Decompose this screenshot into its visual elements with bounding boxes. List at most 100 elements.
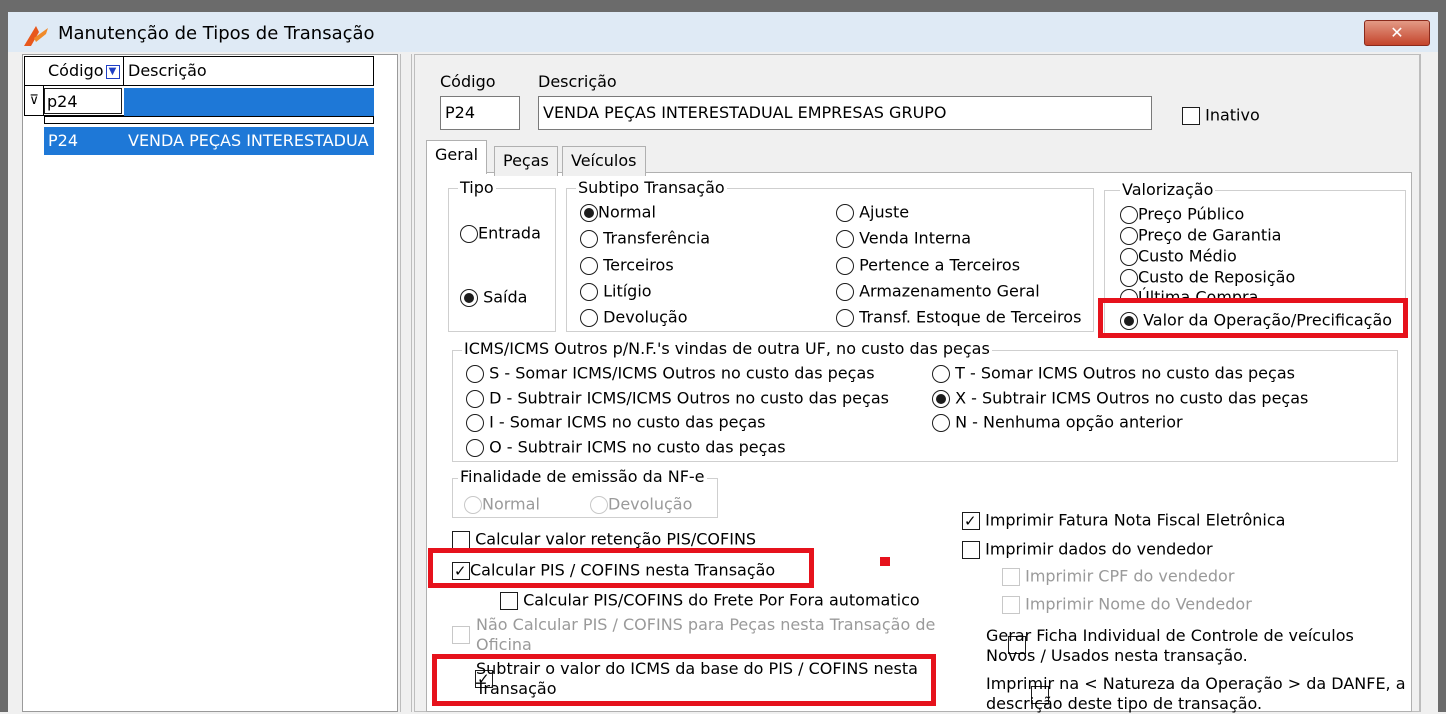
calc-frete-checkbox[interactable]: Calcular PIS/COFINS do Frete Por Fora au… [500, 589, 920, 612]
finalidade-option-label: Normal [482, 494, 540, 514]
tipo-saida-radio[interactable]: Saída [460, 286, 527, 309]
grid-header-desc[interactable]: Descrição [124, 57, 374, 85]
valorizacao-option-label: Custo de Reposição [1138, 267, 1296, 287]
vertical-scrollbar[interactable] [1420, 54, 1438, 712]
radio-icon[interactable] [580, 308, 598, 327]
inactive-checkbox-box[interactable] [1182, 106, 1200, 125]
table-row-code[interactable]: P24 [44, 127, 124, 155]
radio-icon[interactable] [932, 389, 950, 408]
icms-x-radio[interactable]: X - Subtrair ICMS Outros no custo das pe… [932, 387, 1308, 410]
checkbox-icon[interactable] [962, 540, 980, 559]
subtipo-armazenamento-radio[interactable]: Armazenamento Geral [836, 280, 1040, 303]
valorizacao-preco-garantia-radio[interactable]: Preço de Garantia [1120, 224, 1281, 247]
valorizacao-option-label: Preço de Garantia [1138, 225, 1282, 245]
imprimir-natureza-label: Imprimir na < Natureza da Operação > da … [986, 674, 1406, 713]
radio-icon[interactable] [836, 308, 854, 327]
highlight-box [1098, 298, 1408, 338]
subtipo-pertence-terceiros-radio[interactable]: Pertence a Terceiros [836, 254, 1020, 277]
icms-option-label: N - Nenhuma opção anterior [955, 412, 1183, 432]
icms-d-radio[interactable]: D - Subtrair ICMS/ICMS Outros no custo d… [466, 387, 889, 410]
valorizacao-preco-publico-radio[interactable]: Preço Público [1120, 203, 1244, 226]
radio-icon[interactable] [836, 256, 854, 275]
radio-icon[interactable] [836, 229, 854, 248]
tipo-entrada-label: Entrada [478, 223, 541, 243]
icms-n-radio[interactable]: N - Nenhuma opção anterior [932, 411, 1183, 434]
grid-header-code[interactable]: Código ▼ [44, 57, 124, 85]
red-marker [880, 557, 890, 566]
radio-icon[interactable] [1120, 247, 1138, 266]
checkbox-icon [1002, 567, 1020, 586]
close-button[interactable]: ✕ [1364, 20, 1430, 46]
icms-o-radio[interactable]: O - Subtrair ICMS no custo das peças [466, 436, 786, 459]
icms-i-radio[interactable]: I - Somar ICMS no custo das peças [466, 411, 765, 434]
finalidade-normal-radio: Normal [464, 493, 540, 516]
subtipo-terceiros-radio[interactable]: Terceiros [580, 254, 674, 277]
imprimir-nome-checkbox: Imprimir Nome do Vendedor [1002, 593, 1252, 616]
radio-icon[interactable] [836, 282, 854, 301]
subtipo-transferencia-radio[interactable]: Transferência [580, 227, 710, 250]
subtipo-normal-radio[interactable]: Normal [580, 201, 656, 224]
subtipo-venda-interna-radio[interactable]: Venda Interna [836, 227, 971, 250]
radio-icon[interactable] [836, 203, 854, 222]
checkbox-icon [1002, 595, 1020, 614]
tab-geral[interactable]: Geral [426, 140, 488, 174]
radio-icon[interactable] [932, 364, 950, 383]
icms-option-label: O - Subtrair ICMS no custo das peças [489, 437, 786, 457]
subtipo-option-label: Litígio [603, 281, 652, 301]
checkbox-icon[interactable] [452, 530, 470, 549]
highlight-box [428, 548, 814, 588]
radio-icon[interactable] [580, 229, 598, 248]
icms-legend: ICMS/ICMS Outros p/N.F.'s vindas de outr… [462, 339, 992, 358]
subtipo-option-label: Pertence a Terceiros [859, 255, 1021, 275]
subtipo-option-label: Normal [598, 202, 656, 222]
inactive-checkbox[interactable]: Inativo [1182, 104, 1260, 127]
valorizacao-custo-medio-radio[interactable]: Custo Médio [1120, 245, 1237, 268]
nao-calc-label: Não Calcular PIS / COFINS para Peças nes… [476, 615, 936, 654]
tab-pecas[interactable]: Peças [494, 146, 558, 176]
code-field[interactable]: P24 [440, 96, 520, 130]
radio-icon[interactable] [466, 389, 484, 408]
checkbox-icon[interactable] [500, 591, 518, 610]
finalidade-option-label: Devolução [608, 494, 693, 514]
tipo-legend: Tipo [458, 178, 496, 197]
checkbox-label: Imprimir Nome do Vendedor [1025, 594, 1252, 614]
radio-icon[interactable] [460, 224, 478, 243]
tab-veiculos[interactable]: Veículos [562, 146, 646, 176]
filter-desc-cell[interactable] [124, 88, 374, 116]
radio-icon[interactable] [1120, 268, 1138, 287]
radio-icon[interactable] [466, 438, 484, 457]
finalidade-devolucao-radio: Devolução [590, 493, 692, 516]
radio-icon [464, 495, 482, 514]
radio-icon[interactable] [466, 413, 484, 432]
subtipo-option-label: Devolução [603, 307, 688, 327]
filter-code-input[interactable] [44, 88, 122, 114]
radio-icon[interactable] [1120, 205, 1138, 224]
subtipo-litigio-radio[interactable]: Litígio [580, 280, 652, 303]
subtipo-devolucao-radio[interactable]: Devolução [580, 306, 688, 329]
icms-s-radio[interactable]: S - Somar ICMS/ICMS Outros no custo das … [466, 362, 875, 385]
radio-icon[interactable] [466, 364, 484, 383]
subtipo-option-label: Venda Interna [859, 228, 972, 248]
app-logo-icon [22, 22, 50, 48]
imprimir-fatura-checkbox[interactable]: Imprimir Fatura Nota Fiscal Eletrônica [962, 509, 1285, 532]
radio-icon[interactable] [460, 288, 478, 307]
radio-icon[interactable] [932, 413, 950, 432]
checkbox-label: Imprimir CPF do vendedor [1025, 566, 1235, 586]
subtipo-ajuste-radio[interactable]: Ajuste [836, 201, 909, 224]
panel-splitter[interactable] [400, 54, 412, 712]
subtipo-transf-estoque-radio[interactable]: Transf. Estoque de Terceiros [836, 306, 1081, 329]
imprimir-vendedor-checkbox[interactable]: Imprimir dados do vendedor [962, 538, 1213, 561]
radio-icon[interactable] [580, 256, 598, 275]
sort-dropdown-icon[interactable]: ▼ [105, 64, 120, 79]
icms-t-radio[interactable]: T - Somar ICMS Outros no custo das peças [932, 362, 1295, 385]
tipo-saida-label: Saída [483, 287, 528, 307]
description-field[interactable]: VENDA PEÇAS INTERESTADUAL EMPRESAS GRUPO [538, 96, 1152, 130]
radio-icon[interactable] [580, 203, 598, 222]
table-row-desc[interactable]: VENDA PEÇAS INTERESTADUA [124, 127, 374, 155]
radio-icon[interactable] [580, 282, 598, 301]
checkbox-icon[interactable] [962, 511, 980, 530]
tipo-entrada-radio[interactable]: Entrada [460, 222, 541, 245]
radio-icon[interactable] [1120, 226, 1138, 245]
icms-option-label: I - Somar ICMS no custo das peças [489, 412, 766, 432]
valorizacao-option-label: Preço Público [1138, 204, 1245, 224]
